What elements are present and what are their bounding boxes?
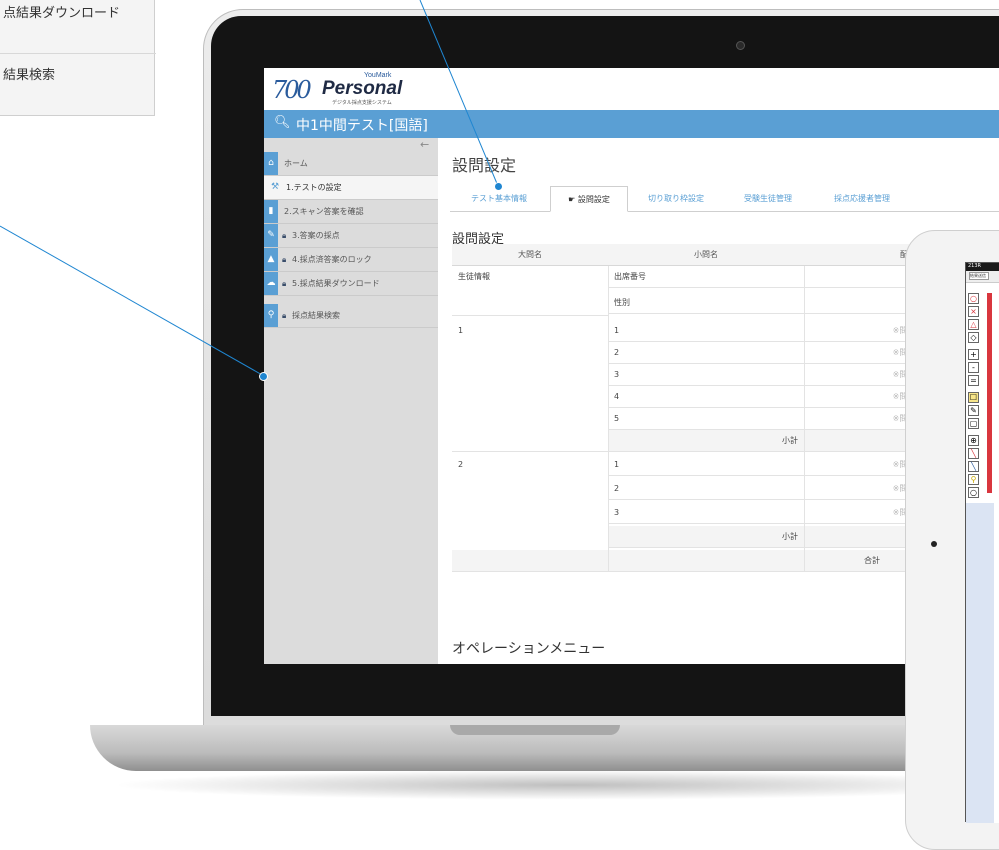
sidebar-item-label: 3.答案の採点 <box>292 231 340 240</box>
equals-tool-icon[interactable]: = <box>968 375 979 386</box>
tablet-red-marker <box>987 293 992 493</box>
tab-bar: テスト基本情報 ☛ 設問設定 切り取り枠設定 受験生徒管理 採点応援者管理 <box>450 184 999 212</box>
callout-dot-sidebar <box>259 372 268 381</box>
sidebar-item-test-settings[interactable]: ⚒ 1.テストの設定 <box>264 176 438 200</box>
zoom-tool-icon[interactable]: ○ <box>968 487 979 498</box>
column-divider <box>608 266 609 572</box>
search-icon[interactable]: 🔍︎ <box>274 115 291 130</box>
row-divider <box>452 450 608 452</box>
minor-question: 1 <box>608 454 804 476</box>
major-student-info: 生徒情報 <box>458 272 490 281</box>
major-question-2: 2 <box>458 460 464 469</box>
minor-question: 1 <box>608 320 804 342</box>
tablet-send-button[interactable]: 結果送信 <box>969 272 989 280</box>
stage: 点結果ダウンロード 結果検索 700 YouMark Personal デジタル… <box>0 0 999 850</box>
stamp-tool-icon[interactable]: ⊕ <box>968 435 979 446</box>
wrench-icon: ⚒ <box>270 182 280 192</box>
pointer-hand-icon: ☛ <box>568 195 576 204</box>
minus-tool-icon[interactable]: - <box>968 362 979 373</box>
tab-question-settings[interactable]: ☛ 設問設定 <box>550 186 628 212</box>
sidebar-item-label: 2.スキャン答案を確認 <box>284 207 364 216</box>
callout-box: 点結果ダウンロード 結果検索 <box>0 0 156 116</box>
pen-tool-icon[interactable]: ✎ <box>968 405 979 416</box>
cloud-download-icon: ☁ <box>264 272 278 295</box>
row-divider <box>452 314 608 316</box>
line-tool-icon[interactable]: ╲ <box>968 448 979 459</box>
sidebar-item-scan-check[interactable]: ▮ 2.スキャン答案を確認 <box>264 200 438 224</box>
col-header-minor: 小問名 <box>608 244 804 266</box>
camera-icon <box>736 41 745 50</box>
laptop-notch <box>450 725 620 735</box>
tablet-title: 213R <box>968 263 982 269</box>
sidebar-item-lock-answers[interactable]: ▲ 🔒︎ 4.採点済答案のロック <box>264 248 438 272</box>
cross-tool-icon[interactable]: × <box>968 306 979 317</box>
home-icon: ⌂ <box>264 152 278 175</box>
page-title: 設問設定 <box>452 156 517 175</box>
tablet-answer-sheet <box>994 503 999 823</box>
line-tool-icon[interactable]: ╲ <box>968 461 979 472</box>
sidebar-item-label: ホーム <box>284 159 308 168</box>
sidebar-item-label: 5.採点結果ダウンロード <box>292 279 380 288</box>
logo-text: Personal <box>322 78 403 99</box>
test-title-bar: 🔍︎ 中1中間テスト[国語] <box>264 110 999 138</box>
collapse-arrow-icon[interactable]: ← <box>420 138 429 151</box>
sidebar: ← ⌂ ホーム ⚒ 1.テストの設定 ▮ 2.スキャン答案を確認 ✎ 🔒︎ 3.… <box>264 138 438 664</box>
tab-label: 設問設定 <box>577 195 610 204</box>
tab-students[interactable]: 受験生徒管理 <box>724 186 812 212</box>
document-icon: ▮ <box>264 200 278 223</box>
tablet-screen: 213R 結果送信 ○ × △ ◇ + - = ☐ ✎ ▢ ⊕ ╲ ╲ ⚲ ○ <box>965 262 999 823</box>
lock-icon: 🔒︎ <box>282 311 287 320</box>
sidebar-item-label: 採点結果検索 <box>292 311 340 320</box>
operation-menu-title: オペレーションメニュー <box>452 641 606 657</box>
minor-seat-number: 出席番号 <box>608 266 804 288</box>
lock-icon: 🔒︎ <box>282 231 287 240</box>
highlight-tool-icon[interactable]: ☐ <box>968 392 979 403</box>
sidebar-item-home[interactable]: ⌂ ホーム <box>264 152 438 176</box>
lock-icon: ▲ <box>264 248 278 271</box>
tablet-toolbar: 結果送信 <box>966 271 999 283</box>
app-header: 700 YouMark Personal デジタル採点支援システム <box>264 68 999 110</box>
sidebar-item-download[interactable]: ☁ 🔒︎ 5.採点結果ダウンロード <box>264 272 438 296</box>
major-question-1: 1 <box>458 326 464 335</box>
minor-question: 3 <box>608 364 804 386</box>
col-header-major: 大問名 <box>452 244 608 266</box>
tablet-title-bar: 213R <box>966 263 999 271</box>
minor-question: 3 <box>608 502 804 524</box>
plus-tool-icon[interactable]: + <box>968 349 979 360</box>
column-divider <box>804 266 805 572</box>
sidebar-item-grading[interactable]: ✎ 🔒︎ 3.答案の採点 <box>264 224 438 248</box>
lock-icon: 🔒︎ <box>282 279 287 288</box>
sidebar-item-label: 4.採点済答案のロック <box>292 255 372 264</box>
minor-gender: 性別 <box>608 292 804 314</box>
test-title: 中1中間テスト[国語] <box>296 118 428 134</box>
marker-tool-icon[interactable]: ⚲ <box>968 474 979 485</box>
minor-question: 2 <box>608 478 804 500</box>
triangle-tool-icon[interactable]: △ <box>968 319 979 330</box>
sidebar-item-result-search[interactable]: ⚲ 🔒︎ 採点結果検索 <box>264 304 438 328</box>
box-tool-icon[interactable]: ▢ <box>968 418 979 429</box>
tab-crop-frame[interactable]: 切り取り枠設定 <box>630 186 722 212</box>
subtotal-label: 小計 <box>608 526 804 548</box>
logo-mark: 700 <box>272 76 312 104</box>
minor-question: 4 <box>608 386 804 408</box>
laptop-shadow <box>110 770 999 800</box>
circle-tool-icon[interactable]: ○ <box>968 293 979 304</box>
tab-graders[interactable]: 採点応援者管理 <box>814 186 910 212</box>
app-screen: 700 YouMark Personal デジタル採点支援システム 🔍︎ 中1中… <box>264 68 999 664</box>
lock-icon: 🔒︎ <box>282 255 287 264</box>
callout-dot-tab <box>494 182 503 191</box>
callout-item-download[interactable]: 点結果ダウンロード <box>0 0 156 35</box>
edit-icon: ✎ <box>264 224 278 247</box>
subtotal-label: 小計 <box>608 430 804 452</box>
search-icon: ⚲ <box>264 304 278 327</box>
logo-subtitle: デジタル採点支援システム <box>332 100 392 106</box>
tablet-tool-palette: ○ × △ ◇ + - = ☐ ✎ ▢ ⊕ ╲ ╲ ⚲ ○ <box>968 293 979 503</box>
diamond-tool-icon[interactable]: ◇ <box>968 332 979 343</box>
minor-question: 2 <box>608 342 804 364</box>
total-spacer <box>452 550 804 572</box>
callout-item-search[interactable]: 結果検索 <box>0 53 156 97</box>
minor-question: 5 <box>608 408 804 430</box>
sidebar-item-label: 1.テストの設定 <box>286 183 342 192</box>
tablet-camera-icon <box>931 541 937 547</box>
